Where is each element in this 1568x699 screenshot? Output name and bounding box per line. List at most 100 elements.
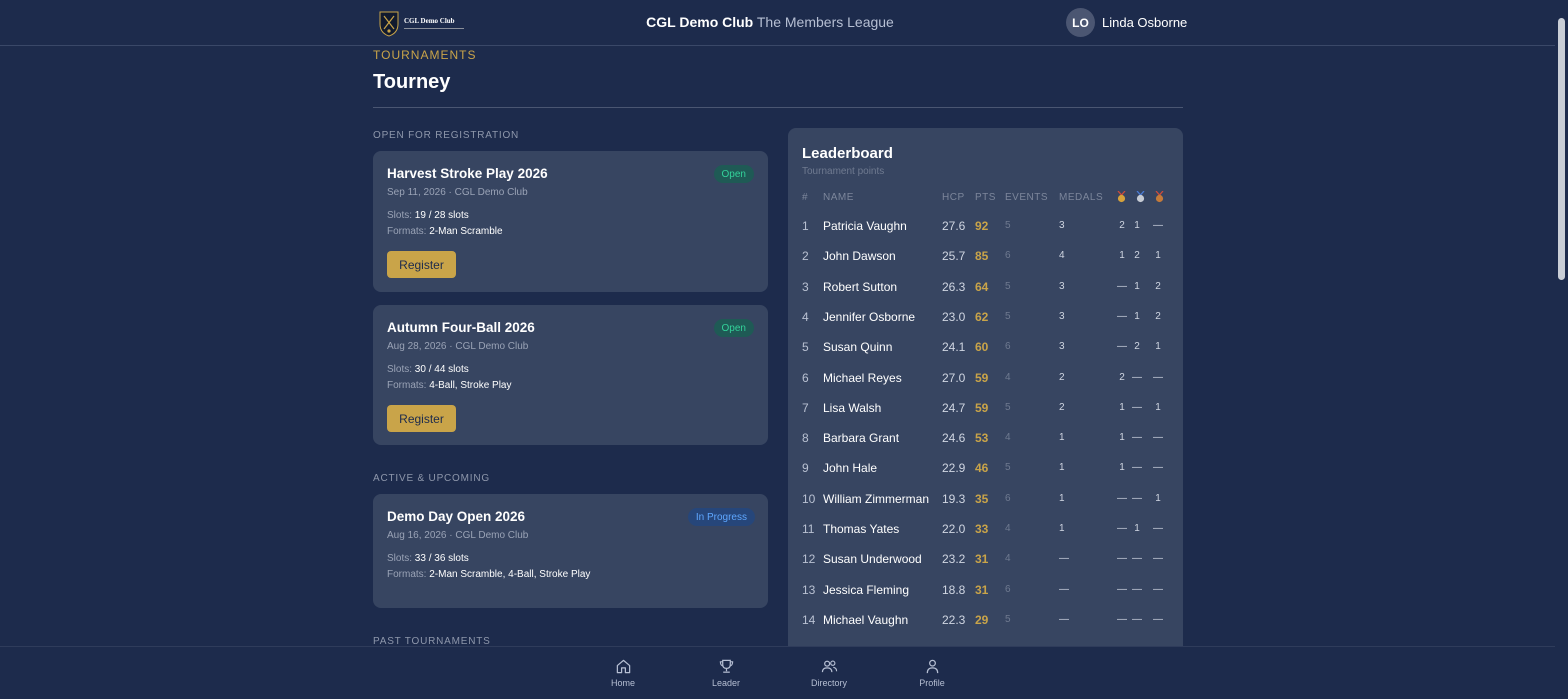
scrollbar-thumb[interactable] bbox=[1558, 18, 1565, 280]
silver-medal-icon bbox=[1136, 191, 1145, 203]
row-pts: 33 bbox=[975, 522, 989, 536]
tournament-card-harvest[interactable]: Harvest Stroke Play 2026 Open Sep 11, 20… bbox=[373, 151, 768, 292]
nav-home[interactable]: Home bbox=[593, 658, 653, 688]
table-row[interactable]: 13 Jessica Fleming 18.8 31 6 — — — — bbox=[788, 583, 1183, 613]
page-title: Tourney bbox=[373, 71, 451, 93]
row-name: John Dawson bbox=[823, 249, 896, 264]
row-gold: — bbox=[1117, 613, 1127, 625]
row-silver: — bbox=[1132, 371, 1142, 383]
user-name[interactable]: Linda Osborne bbox=[1102, 15, 1187, 30]
row-gold: — bbox=[1117, 310, 1127, 322]
row-silver: — bbox=[1132, 613, 1142, 625]
row-pts: 35 bbox=[975, 491, 989, 506]
tournament-name[interactable]: Autumn Four-Ball 2026 bbox=[387, 320, 535, 335]
nav-leader[interactable]: Leader bbox=[696, 658, 756, 688]
row-name: Jessica Fleming bbox=[823, 582, 910, 597]
people-icon bbox=[821, 660, 837, 673]
table-row[interactable]: 14 Michael Vaughn 22.3 29 5 — — — — bbox=[788, 613, 1183, 643]
tournament-slots: Slots: 19 / 28 slots bbox=[387, 210, 469, 221]
row-name: Susan Quinn bbox=[823, 340, 893, 355]
table-row[interactable]: 1 Patricia Vaughn 27.6 92 5 3 2 1— bbox=[788, 219, 1183, 249]
row-pts: 29 bbox=[975, 612, 989, 627]
row-hcp: 25.7 bbox=[942, 249, 966, 264]
avatar[interactable]: LO bbox=[1066, 8, 1095, 37]
row-events: 6 bbox=[1005, 341, 1011, 353]
tournament-name[interactable]: Harvest Stroke Play 2026 bbox=[387, 166, 548, 181]
bottom-nav: Home Leader Directory Profile bbox=[0, 646, 1555, 699]
table-row[interactable]: 5 Susan Quinn 24.1 60 6 3 — 2 1 bbox=[788, 340, 1183, 370]
row-silver: 2 bbox=[1134, 250, 1140, 262]
tournament-name[interactable]: Demo Day Open 2026 bbox=[387, 509, 525, 524]
tournament-card-demo-day[interactable]: Demo Day Open 2026 In Progress Aug 16, 2… bbox=[373, 494, 768, 608]
row-medals: 2 bbox=[1059, 371, 1065, 383]
row-events: 5 bbox=[1005, 310, 1011, 322]
table-row[interactable]: 8 Barbara Grant 24.6 53 4 1 1 — — bbox=[788, 431, 1183, 461]
person-icon bbox=[926, 659, 938, 674]
top-bar: CGL Demo Club CGL Demo Club The Members … bbox=[0, 0, 1555, 46]
table-row[interactable]: 3 Robert Sutton 26.3 64 5 3 — 1 2 bbox=[788, 280, 1183, 310]
col-medals[interactable]: MEDALS bbox=[1059, 192, 1103, 203]
slots-value: 33 / 36 slots bbox=[414, 553, 469, 564]
row-rank: 1 bbox=[802, 219, 809, 233]
row-medals: 1 bbox=[1059, 432, 1065, 444]
user-menu[interactable]: LO Linda Osborne bbox=[1066, 8, 1187, 37]
register-button[interactable]: Register bbox=[387, 405, 456, 432]
nav-profile[interactable]: Profile bbox=[902, 658, 962, 688]
status-badge: Open bbox=[713, 319, 754, 337]
table-row[interactable]: 12 Susan Underwood 23.2 31 4 — — — — bbox=[788, 552, 1183, 582]
row-silver: — bbox=[1132, 462, 1142, 474]
row-gold: — bbox=[1117, 553, 1127, 565]
row-gold: — bbox=[1117, 523, 1127, 534]
row-events: 6 bbox=[1005, 492, 1011, 504]
table-row[interactable]: 2 John Dawson 25.7 85 6 4 1 2 1 bbox=[788, 249, 1183, 279]
section-open-label: OPEN FOR REGISTRATION bbox=[373, 130, 520, 141]
nav-directory[interactable]: Directory bbox=[799, 658, 859, 688]
divider bbox=[373, 107, 1183, 108]
row-silver: — bbox=[1132, 553, 1142, 565]
table-row[interactable]: 10 William Zimmerman 19.3 35 6 1 — — 1 bbox=[788, 492, 1183, 522]
formats-label: Formats: bbox=[387, 569, 430, 580]
slots-label: Slots: bbox=[387, 364, 415, 375]
leaderboard-panel: Leaderboard Tournament points # NAME HCP… bbox=[788, 128, 1183, 688]
col-hcp[interactable]: HCP bbox=[942, 192, 965, 203]
formats-value: 4-Ball, Stroke Play bbox=[429, 380, 512, 391]
nav-home-label: Home bbox=[610, 678, 635, 688]
row-medals: 4 bbox=[1059, 250, 1065, 262]
row-rank: 5 bbox=[802, 340, 809, 355]
row-bronze: — bbox=[1153, 462, 1163, 474]
table-row[interactable]: 9 John Hale 22.9 46 5 1 1 — — bbox=[788, 461, 1183, 491]
row-gold: 1 bbox=[1119, 401, 1125, 413]
nav-profile-label: Profile bbox=[919, 678, 945, 688]
register-button[interactable]: Register bbox=[387, 251, 456, 278]
col-name[interactable]: NAME bbox=[823, 192, 854, 203]
col-events[interactable]: EVENTS bbox=[1005, 192, 1048, 203]
trophy-icon bbox=[719, 659, 733, 673]
formats-label: Formats: bbox=[387, 380, 430, 391]
row-silver: — bbox=[1132, 401, 1142, 413]
row-gold: — bbox=[1117, 492, 1127, 504]
bronze-medal-icon bbox=[1155, 191, 1164, 203]
row-events: 5 bbox=[1005, 401, 1011, 413]
col-rank[interactable]: # bbox=[802, 192, 808, 203]
col-pts[interactable]: PTS bbox=[975, 192, 996, 203]
row-name: Patricia Vaughn bbox=[823, 219, 907, 233]
table-row[interactable]: 7 Lisa Walsh 24.7 59 5 2 1 — 1 bbox=[788, 401, 1183, 431]
home-icon bbox=[616, 659, 630, 674]
tournament-slots: Slots: 30 / 44 slots bbox=[387, 364, 469, 375]
row-silver: 1 bbox=[1134, 310, 1140, 322]
row-gold: 1 bbox=[1119, 250, 1125, 262]
table-row[interactable]: 6 Michael Reyes 27.0 59 4 2 2 — — bbox=[788, 371, 1183, 401]
row-rank: 11 bbox=[802, 522, 815, 536]
row-pts: 60 bbox=[975, 340, 989, 355]
tournament-card-autumn[interactable]: Autumn Four-Ball 2026 Open Aug 28, 2026 … bbox=[373, 305, 768, 445]
row-medals: 3 bbox=[1059, 310, 1065, 322]
row-pts: 31 bbox=[975, 582, 989, 597]
row-hcp: 23.2 bbox=[942, 552, 966, 567]
table-row[interactable]: 11 Thomas Yates 22.0 33 4 1 — 1 — bbox=[788, 522, 1183, 552]
table-row[interactable]: 4 Jennifer Osborne 23.0 62 5 3 — 1 2 bbox=[788, 310, 1183, 340]
page-scrollbar[interactable] bbox=[1555, 0, 1568, 699]
row-gold: — bbox=[1117, 341, 1127, 353]
row-medals: 2 bbox=[1059, 401, 1065, 413]
league-name: The Members League bbox=[756, 14, 894, 30]
tournament-formats: Formats: 4-Ball, Stroke Play bbox=[387, 380, 512, 391]
